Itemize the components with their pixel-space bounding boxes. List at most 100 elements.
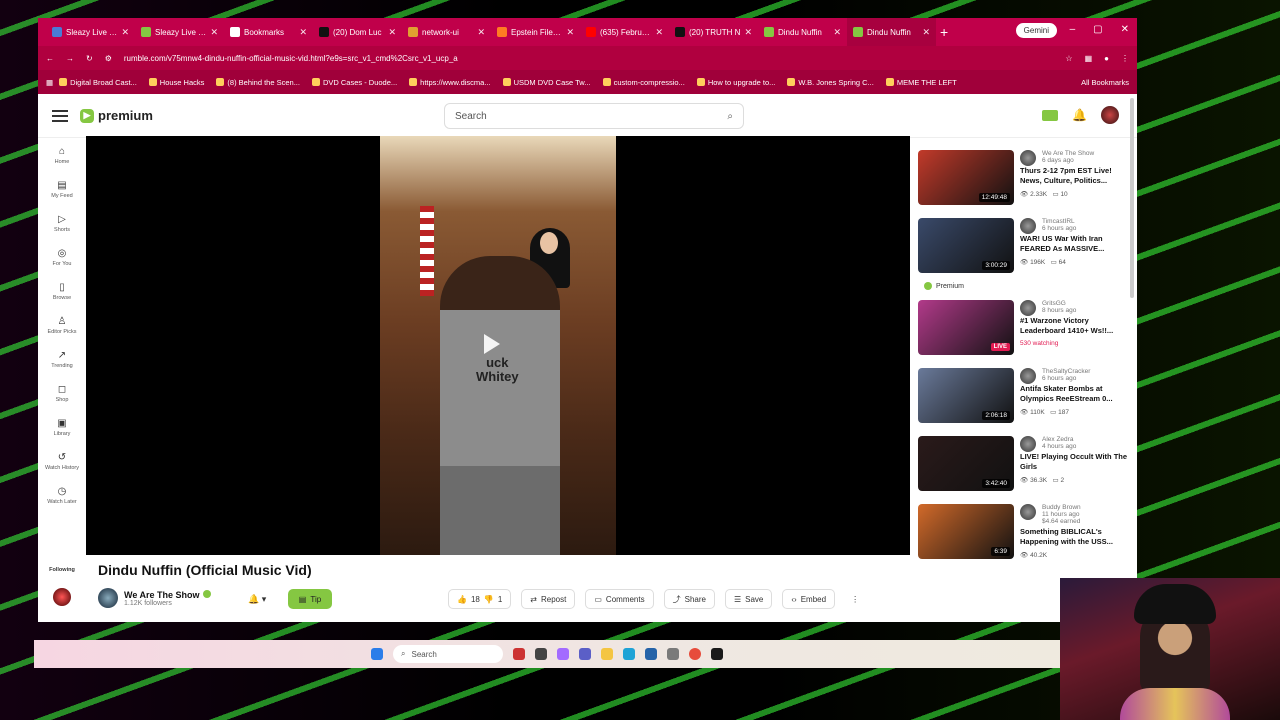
channel-name[interactable]: GritsGG bbox=[1020, 300, 1128, 307]
store-icon[interactable] bbox=[645, 648, 657, 660]
nav-item-watch-later[interactable]: ◷ Watch Later bbox=[38, 478, 86, 512]
site-info-icon[interactable]: ⚙ bbox=[105, 54, 112, 63]
taskbar-search[interactable]: ⌕ Search bbox=[393, 645, 503, 663]
bookmark-item[interactable]: https://www.discma... bbox=[409, 78, 491, 87]
bookmark-star-icon[interactable]: ☆ bbox=[1065, 54, 1072, 63]
nav-item-watch-history[interactable]: ↺ Watch History bbox=[38, 444, 86, 478]
profile-icon[interactable]: ● bbox=[1104, 54, 1109, 63]
video-title[interactable]: LIVE! Playing Occult With The Girls bbox=[1020, 452, 1128, 472]
channel-avatar[interactable] bbox=[1020, 150, 1036, 166]
repost-button[interactable]: ⇄ Repost bbox=[521, 589, 576, 609]
chrome-icon[interactable] bbox=[689, 648, 701, 660]
nav-item-home[interactable]: ⌂ Home bbox=[38, 138, 86, 172]
video-title[interactable]: #1 Warzone Victory Leaderboard 1410+ Ws!… bbox=[1020, 316, 1128, 336]
page-scrollbar[interactable] bbox=[1130, 98, 1134, 298]
video-thumbnail[interactable]: 12:49:48 bbox=[918, 150, 1014, 205]
forward-icon[interactable]: → bbox=[66, 54, 74, 63]
bookmark-item[interactable]: W.B. Jones Spring C... bbox=[787, 78, 874, 87]
video-thumbnail[interactable]: 3:42:40 bbox=[918, 436, 1014, 491]
browser-tab[interactable]: (20) Dom Luc ✕ bbox=[313, 18, 402, 46]
more-options-icon[interactable]: ⋮ bbox=[845, 589, 865, 609]
close-window-icon[interactable]: ✕ bbox=[1121, 24, 1129, 35]
tab-close-icon[interactable]: ✕ bbox=[744, 27, 752, 38]
browser-tab[interactable]: Dindu Nuffin ✕ bbox=[758, 18, 847, 46]
video-thumbnail[interactable]: LIVE bbox=[918, 300, 1014, 355]
nav-item-for-you[interactable]: ◎ For You bbox=[38, 240, 86, 274]
browser-tab[interactable]: network-ui ✕ bbox=[402, 18, 491, 46]
hamburger-menu-icon[interactable] bbox=[52, 109, 68, 122]
all-bookmarks-button[interactable]: All Bookmarks bbox=[1081, 78, 1129, 87]
comments-button[interactable]: ▭ Comments bbox=[585, 589, 654, 609]
channel-name[interactable]: We Are The Show bbox=[1020, 150, 1128, 157]
browser-tab[interactable]: (635) February ✕ bbox=[580, 18, 669, 46]
nav-item-editor-picks[interactable]: ♙ Editor Picks bbox=[38, 308, 86, 342]
tab-close-icon[interactable]: ✕ bbox=[477, 27, 485, 38]
save-button[interactable]: ☰ Save bbox=[724, 589, 773, 609]
reload-icon[interactable]: ↻ bbox=[86, 54, 93, 63]
play-icon[interactable] bbox=[484, 334, 500, 354]
browser-tab[interactable]: Sleazy Live fro ✕ bbox=[46, 18, 135, 46]
channel-avatar[interactable] bbox=[1020, 504, 1036, 520]
share-button[interactable]: ⤴ Share bbox=[663, 589, 715, 609]
extensions-icon[interactable]: ▦ bbox=[1085, 54, 1093, 63]
site-logo[interactable]: ▶ premium bbox=[80, 108, 153, 123]
related-video-card[interactable]: 2:06:18 TheSaltyCracker 6 hours ago Antifa … bbox=[918, 368, 1128, 426]
thumbs-down-icon[interactable]: 👎 bbox=[484, 595, 494, 604]
nav-item-browse[interactable]: ▯ Browse bbox=[38, 274, 86, 308]
related-video-card[interactable]: 6:39 Buddy Brown 11 hours ago $4.64 earned S… bbox=[918, 504, 1128, 562]
bookmark-item[interactable]: DVD Cases - Duode... bbox=[311, 78, 397, 87]
channel-avatar[interactable] bbox=[1020, 300, 1036, 316]
back-icon[interactable]: ← bbox=[46, 54, 54, 63]
video-title[interactable]: Something BIBLICAL's Happening with the … bbox=[1020, 527, 1128, 547]
tab-close-icon[interactable]: ✕ bbox=[388, 27, 396, 38]
tab-close-icon[interactable]: ✕ bbox=[833, 27, 841, 38]
windows-start-icon[interactable] bbox=[371, 648, 383, 660]
go-live-camera-icon[interactable] bbox=[1042, 109, 1059, 121]
thumbs-up-icon[interactable]: 👍 bbox=[457, 595, 467, 604]
url-field[interactable]: rumble.com/v75mnw4-dindu-nuffin-official… bbox=[124, 54, 1054, 63]
channel-avatar[interactable] bbox=[1020, 218, 1036, 234]
teams-icon[interactable] bbox=[579, 648, 591, 660]
embed-button[interactable]: ‹› Embed bbox=[782, 589, 836, 609]
tip-button[interactable]: ▤ Tip bbox=[288, 589, 332, 609]
channel-avatar[interactable] bbox=[98, 588, 118, 608]
browser-tab[interactable]: Sleazy Live Fro ✕ bbox=[135, 18, 224, 46]
tab-close-icon[interactable]: ✕ bbox=[655, 27, 663, 38]
tab-close-icon[interactable]: ✕ bbox=[566, 27, 574, 38]
settings-icon[interactable] bbox=[667, 648, 679, 660]
new-tab-button[interactable]: + bbox=[940, 24, 948, 40]
nav-item-shorts[interactable]: ▷ Shorts bbox=[38, 206, 86, 240]
channel-name[interactable]: Alex Zedra bbox=[1020, 436, 1128, 443]
maximize-icon[interactable]: ▢ bbox=[1093, 24, 1102, 35]
bookmark-item[interactable]: Digital Broad Cast... bbox=[59, 78, 137, 87]
video-thumbnail[interactable]: 2:06:18 bbox=[918, 368, 1014, 423]
apps-grid-icon[interactable]: ▦ bbox=[46, 78, 53, 87]
channel-name[interactable]: We Are The Show bbox=[124, 590, 200, 600]
nav-item-library[interactable]: ▣ Library bbox=[38, 410, 86, 444]
related-video-card[interactable]: 3:00:29 TimcastIRL 6 hours ago WAR! US War … bbox=[918, 218, 1128, 276]
channel-info[interactable]: We Are The Show 1.12K followers bbox=[98, 588, 211, 608]
video-title[interactable]: Thurs 2-12 7pm EST Live! News, Culture, … bbox=[1020, 166, 1128, 186]
minimize-icon[interactable]: – bbox=[1070, 24, 1076, 35]
subscribe-bell-icon[interactable]: 🔔 ▾ bbox=[248, 594, 266, 605]
related-video-card[interactable]: LIVE GritsGG 8 hours ago #1 Warzone Victory… bbox=[918, 300, 1128, 358]
edge-icon[interactable] bbox=[623, 648, 635, 660]
channel-avatar[interactable] bbox=[1020, 436, 1036, 452]
tab-close-icon[interactable]: ✕ bbox=[210, 27, 218, 38]
channel-name[interactable]: TheSaltyCracker bbox=[1020, 368, 1128, 375]
nav-item-shop[interactable]: ◻ Shop bbox=[38, 376, 86, 410]
menu-kebab-icon[interactable]: ⋮ bbox=[1121, 54, 1129, 63]
bookmark-item[interactable]: How to upgrade to... bbox=[696, 78, 775, 87]
video-player[interactable]: uck Whitey bbox=[86, 136, 910, 555]
video-title[interactable]: Antifa Skater Bombs at Olympics ReeEStre… bbox=[1020, 384, 1128, 404]
browser-tab[interactable]: Dindu Nuffin ✕ bbox=[847, 18, 936, 46]
bookmark-item[interactable]: (8) Behind the Scen... bbox=[216, 78, 300, 87]
file-explorer-icon[interactable] bbox=[601, 648, 613, 660]
copilot-icon[interactable] bbox=[557, 648, 569, 660]
following-channel-avatar[interactable] bbox=[53, 588, 71, 606]
search-input[interactable]: Search ⌕ bbox=[444, 103, 744, 129]
related-video-card[interactable]: 12:49:48 We Are The Show 6 days ago Thurs 2… bbox=[918, 150, 1128, 208]
notifications-bell-icon[interactable]: 🔔 bbox=[1072, 108, 1087, 122]
search-icon[interactable]: ⌕ bbox=[727, 111, 733, 122]
bookmark-item[interactable]: House Hacks bbox=[148, 78, 204, 87]
